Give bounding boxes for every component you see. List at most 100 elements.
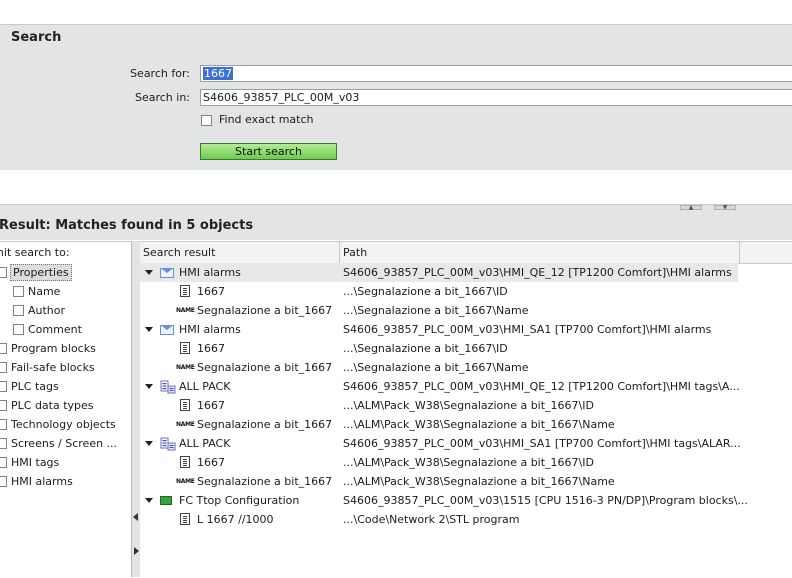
result-path: ...\Code\Network 2\STL program [343, 513, 520, 526]
result-path: ...\Segnalazione a bit_1667\Name [343, 304, 529, 317]
document-icon [180, 456, 190, 468]
search-for-label: Search for: [130, 67, 190, 80]
collapse-left-icon[interactable] [133, 513, 138, 521]
tag-table-icon [160, 437, 176, 451]
result-title: Result: Matches found in 5 objects [0, 218, 254, 233]
column-search-result[interactable]: Search result [140, 242, 340, 263]
table-row[interactable]: NAME Segnalazione a bit_1667 ...\Segnalazi… [140, 301, 792, 320]
find-exact-match-checkbox[interactable] [201, 115, 212, 126]
name-icon: NAME [176, 307, 195, 314]
filter-item-label: Author [28, 304, 66, 317]
filter-item[interactable]: PLC data types [0, 396, 125, 415]
function-block-icon [160, 496, 172, 505]
table-row[interactable]: HMI alarms S4606_93857_PLC_00M_v03\HMI_QE… [140, 263, 738, 282]
result-name: HMI alarms [179, 323, 241, 336]
filter-item[interactable]: Comment [12, 320, 142, 339]
result-name: Segnalazione a bit_1667 [197, 418, 333, 431]
result-name: ALL PACK [179, 380, 231, 393]
table-row[interactable]: 1667 ...\Segnalazione a bit_1667\ID [140, 339, 792, 358]
filter-checkbox[interactable] [0, 419, 7, 430]
filter-item[interactable]: Technology objects [0, 415, 125, 434]
filter-checkbox[interactable] [0, 400, 7, 411]
start-search-button[interactable]: Start search [200, 143, 337, 160]
result-path: S4606_93857_PLC_00M_v03\1515 [CPU 1516-3… [343, 494, 748, 507]
filter-item[interactable]: Screens / Screen ... [0, 434, 125, 453]
filter-item[interactable]: HMI alarms [0, 472, 125, 491]
table-row[interactable]: ALL PACK S4606_93857_PLC_00M_v03\HMI_SA1 … [140, 434, 792, 453]
table-row[interactable]: HMI alarms S4606_93857_PLC_00M_v03\HMI_SA… [140, 320, 792, 339]
limit-search-label: Limit search to: [0, 246, 70, 259]
table-row[interactable]: FC Ttop Configuration S4606_93857_PLC_00M… [140, 491, 792, 510]
table-row[interactable]: L 1667 //1000 ...\Code\Network 2\STL prog… [140, 510, 792, 529]
search-for-value: 1667 [203, 67, 233, 80]
result-path: S4606_93857_PLC_00M_v03\HMI_QE_12 [TP120… [343, 266, 732, 279]
result-path: ...\Segnalazione a bit_1667\Name [343, 361, 529, 374]
result-path: ...\ALM\Pack_W38\Segnalazione a bit_1667… [343, 418, 615, 431]
filter-item[interactable]: Author [12, 301, 142, 320]
result-name: 1667 [197, 285, 225, 298]
search-in-label: Search in: [134, 91, 190, 104]
envelope-icon [160, 268, 174, 278]
result-name: L 1667 //1000 [197, 513, 274, 526]
filter-checkbox[interactable] [0, 362, 7, 373]
filter-item-label: Properties [10, 264, 72, 281]
filter-item[interactable]: Properties [0, 263, 125, 282]
limit-search-panel: Limit search to: Properties Name Author Com… [0, 241, 131, 578]
filter-checkbox[interactable] [0, 381, 7, 392]
filter-checkbox[interactable] [13, 286, 24, 297]
filter-item[interactable]: PLC tags [0, 377, 125, 396]
search-in-field[interactable]: S4606_93857_PLC_00M_v03 [200, 89, 792, 106]
collapse-up-icon[interactable]: ▲ [680, 205, 702, 211]
result-path: ...\Segnalazione a bit_1667\ID [343, 285, 508, 298]
filter-checkbox[interactable] [0, 267, 7, 278]
filter-item-label: Screens / Screen ... [11, 437, 118, 450]
filter-checkbox[interactable] [0, 438, 7, 449]
filter-item-label: Name [28, 285, 61, 298]
document-icon [180, 342, 190, 354]
table-row[interactable]: NAME Segnalazione a bit_1667 ...\ALM\Pack_… [140, 472, 792, 491]
filter-item[interactable]: HMI tags [0, 453, 125, 472]
name-icon: NAME [176, 364, 195, 371]
table-row[interactable]: ALL PACK S4606_93857_PLC_00M_v03\HMI_QE_1… [140, 377, 792, 396]
table-row[interactable]: NAME Segnalazione a bit_1667 ...\ALM\Pack_… [140, 415, 792, 434]
expand-toggle-icon[interactable] [145, 498, 153, 503]
result-path: ...\ALM\Pack_W38\Segnalazione a bit_1667… [343, 456, 594, 469]
filter-checkbox[interactable] [0, 457, 7, 468]
filter-item-label: Comment [28, 323, 82, 336]
result-path: S4606_93857_PLC_00M_v03\HMI_SA1 [TP700 C… [343, 437, 741, 450]
table-row[interactable]: 1667 ...\Segnalazione a bit_1667\ID [140, 282, 792, 301]
result-path: ...\ALM\Pack_W38\Segnalazione a bit_1667… [343, 475, 615, 488]
splitter-bar[interactable]: ▲ ▼ [0, 204, 792, 212]
filter-checkbox[interactable] [0, 476, 7, 487]
result-name: 1667 [197, 399, 225, 412]
table-row[interactable]: NAME Segnalazione a bit_1667 ...\Segnalazi… [140, 358, 792, 377]
search-for-input[interactable]: 1667 [200, 65, 792, 82]
result-header: Result: Matches found in 5 objects [0, 212, 792, 240]
top-strip [0, 0, 792, 24]
table-row[interactable]: 1667 ...\ALM\Pack_W38\Segnalazione a bit_… [140, 396, 792, 415]
search-title: Search [11, 30, 62, 45]
filter-checkbox[interactable] [0, 343, 7, 354]
result-path: ...\ALM\Pack_W38\Segnalazione a bit_1667… [343, 399, 594, 412]
expand-toggle-icon[interactable] [145, 441, 153, 446]
result-path: ...\Segnalazione a bit_1667\ID [343, 342, 508, 355]
filter-item-label: HMI alarms [11, 475, 73, 488]
filter-checkbox[interactable] [13, 324, 24, 335]
document-icon [180, 513, 190, 525]
collapse-down-icon[interactable]: ▼ [714, 205, 736, 211]
table-header: Search result Path [140, 242, 792, 264]
filter-item-label: Program blocks [11, 342, 96, 355]
search-in-value: S4606_93857_PLC_00M_v03 [203, 91, 360, 104]
column-path[interactable]: Path [340, 242, 740, 263]
result-name: Segnalazione a bit_1667 [197, 304, 333, 317]
expand-toggle-icon[interactable] [145, 270, 153, 275]
table-row[interactable]: 1667 ...\ALM\Pack_W38\Segnalazione a bit_… [140, 453, 792, 472]
filter-item-label: Technology objects [11, 418, 116, 431]
filter-item[interactable]: Program blocks [0, 339, 125, 358]
expand-toggle-icon[interactable] [145, 384, 153, 389]
filter-checkbox[interactable] [13, 305, 24, 316]
expand-toggle-icon[interactable] [145, 327, 153, 332]
filter-item[interactable]: Fail-safe blocks [0, 358, 125, 377]
filter-item[interactable]: Name [12, 282, 142, 301]
expand-right-icon[interactable] [134, 547, 139, 555]
